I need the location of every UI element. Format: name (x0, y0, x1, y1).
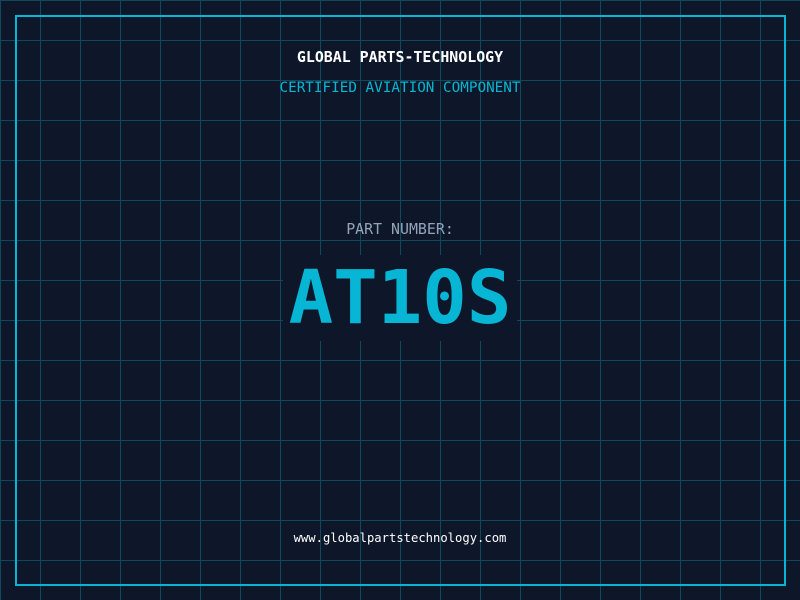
website-url: www.globalpartstechnology.com (293, 531, 507, 545)
subtitle: CERTIFIED AVIATION COMPONENT (279, 80, 521, 96)
part-number-text: AT10S (282, 255, 518, 341)
company-title: GLOBAL PARTS-TECHNOLOGY (296, 48, 504, 66)
part-number-value: AT10S (0, 255, 800, 341)
part-number-label: PART NUMBER: (346, 220, 454, 238)
